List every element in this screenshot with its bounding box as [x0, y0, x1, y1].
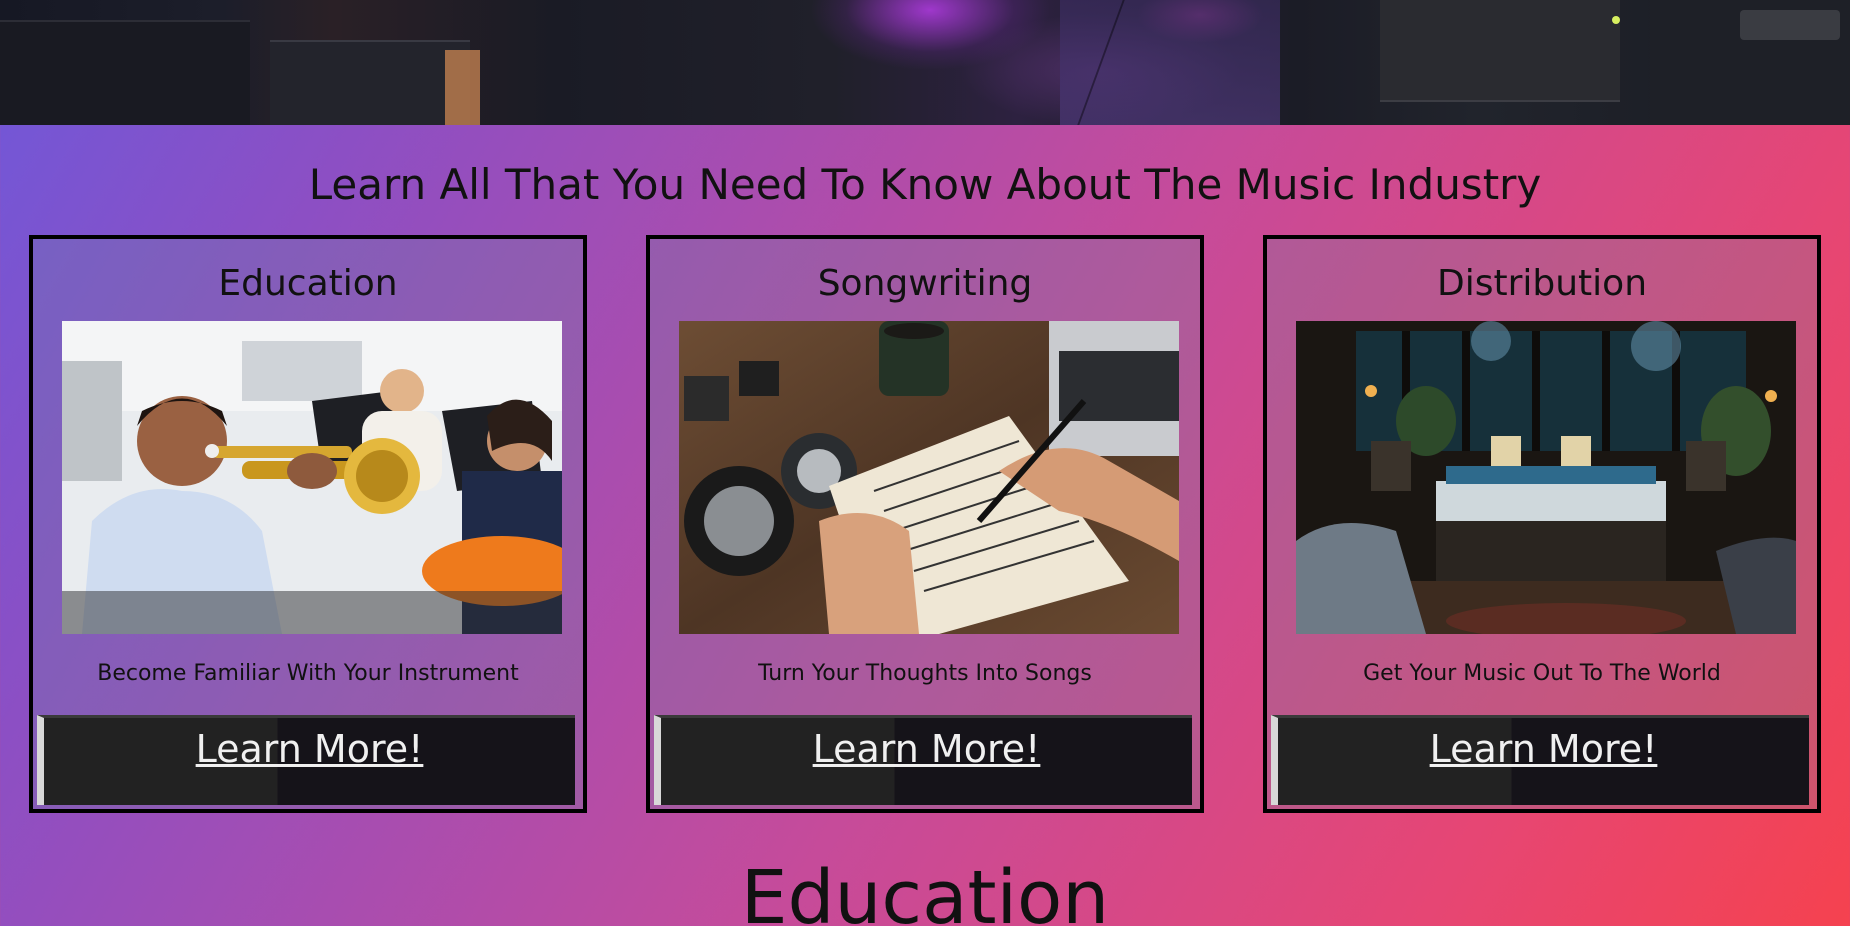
- learn-more-button[interactable]: Learn More!: [1271, 715, 1809, 805]
- stage-prop-graphic: [445, 50, 480, 125]
- card-distribution: Distribution Get Your Music Out To The W…: [1263, 235, 1821, 813]
- card-title: Distribution: [1436, 263, 1648, 304]
- card-title: Education: [218, 263, 398, 304]
- card-description: Get Your Music Out To The World: [1363, 661, 1721, 686]
- amplifier-graphic: [270, 40, 470, 125]
- songwriting-image: [679, 321, 1179, 634]
- learn-more-link[interactable]: Learn More!: [1278, 720, 1809, 778]
- learn-more-link[interactable]: Learn More!: [44, 720, 575, 778]
- card-description: Become Familiar With Your Instrument: [97, 661, 519, 686]
- card-education: Education Become Familiar With Your Inst…: [29, 235, 587, 813]
- page-headline: Learn All That You Need To Know About Th…: [308, 160, 1542, 209]
- education-image: [62, 321, 562, 634]
- amplifier-graphic: [1380, 0, 1620, 102]
- card-title: Songwriting: [817, 263, 1033, 304]
- card-songwriting: Songwriting Turn Your Thoughts Into Song…: [646, 235, 1204, 813]
- card-description: Turn Your Thoughts Into Songs: [758, 661, 1092, 686]
- cable-graphic: [1077, 0, 1425, 125]
- section-title-education: Education: [740, 855, 1110, 926]
- hero-banner-image: [0, 0, 1850, 125]
- amplifier-graphic: [0, 20, 250, 125]
- learn-more-button[interactable]: Learn More!: [37, 715, 575, 805]
- learn-more-link[interactable]: Learn More!: [661, 720, 1192, 778]
- learn-more-button[interactable]: Learn More!: [654, 715, 1192, 805]
- distribution-image: [1296, 321, 1796, 634]
- indicator-light-graphic: [1612, 16, 1620, 24]
- pedal-graphic: [1740, 10, 1840, 40]
